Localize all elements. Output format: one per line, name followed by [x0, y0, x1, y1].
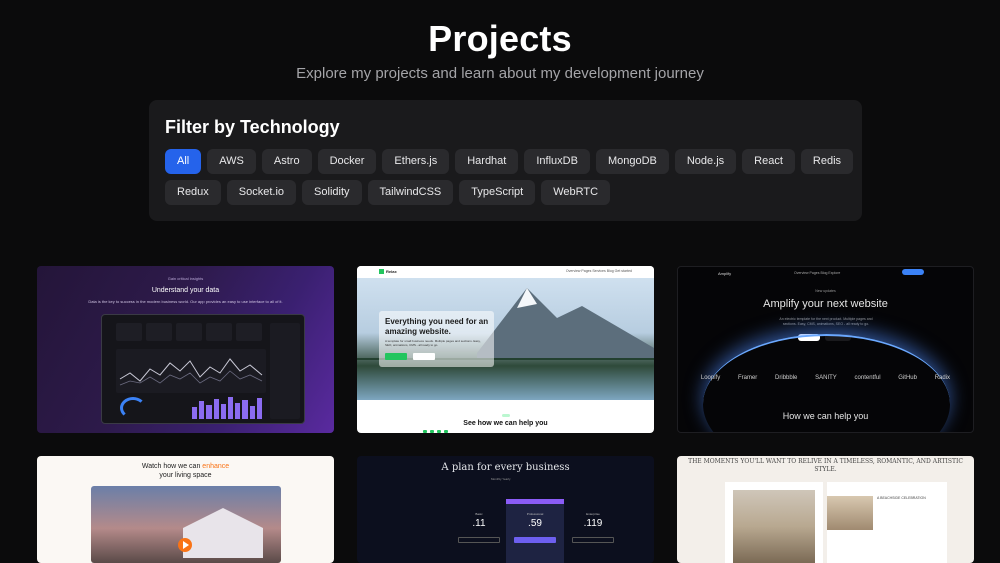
play-icon [178, 538, 192, 552]
bar-chart-preview [192, 397, 263, 419]
filter-chip-solidity[interactable]: Solidity [302, 180, 362, 205]
card-heading: A plan for every business [441, 462, 570, 473]
filter-chip-astro[interactable]: Astro [261, 149, 312, 174]
project-card-pricing[interactable]: A plan for every business Monthly Yearly… [357, 456, 654, 563]
project-card-relax[interactable]: Relax Overview Pages Services Blog Get s… [357, 266, 654, 433]
card-heading: Amplify your next website [763, 298, 888, 310]
filter-chip-socket-io[interactable]: Socket.io [226, 180, 297, 205]
filter-chip-row-2: Redux Socket.io Solidity TailwindCSS TypeScr… [165, 180, 611, 205]
filter-chip-node-js[interactable]: Node.js [674, 149, 737, 174]
dashboard-preview [101, 314, 305, 424]
plan-card: Basic .11 [454, 504, 504, 563]
side-panel: A BEACHSIDE CELEBRATION [827, 482, 947, 563]
technology-filter-panel: Filter by Technology All AWS Astro Docker Et… [149, 100, 862, 221]
carousel-dots [423, 430, 448, 433]
gauge-icon [120, 397, 146, 419]
card-footer-heading: See how we can help you [463, 420, 548, 427]
card-heading: Understand your data [151, 287, 220, 294]
project-card-real-estate[interactable]: Watch how we can enhance your living spac… [37, 456, 334, 563]
card-footer-heading: How we can help you [782, 411, 869, 421]
secondary-button-preview [413, 353, 435, 360]
filter-chip-ethers-js[interactable]: Ethers.js [382, 149, 450, 174]
page-title: Projects [428, 18, 572, 59]
card-heading: Watch how we can enhance your living spac… [141, 463, 230, 479]
kpi-tile [236, 323, 262, 341]
bar [220, 403, 227, 419]
filter-chip-mongodb[interactable]: MongoDB [595, 149, 669, 174]
brand-logo: Relax [379, 269, 397, 275]
filter-chip-docker[interactable]: Docker [317, 149, 377, 174]
brand-logos-row: Loopify Framer Dribbble SANITY contentful Git… [678, 375, 973, 381]
filter-chip-redux[interactable]: Redux [165, 180, 221, 205]
project-card-analytics[interactable]: Gain critical insights Understand your d… [37, 266, 334, 433]
brand-logo-framer: Framer [737, 375, 758, 381]
brand-logo-sanity: SANITY [815, 375, 837, 381]
card-nav-links: Overview Pages Blog Explore [794, 271, 841, 275]
filter-chip-typescript[interactable]: TypeScript [459, 180, 536, 205]
card-tag: Gain critical insights [167, 276, 204, 281]
nav-button-preview [902, 269, 924, 275]
card-caption: A BEACHSIDE CELEBRATION [877, 496, 926, 500]
card-heading: Everything you need for an amazing websi… [385, 317, 489, 336]
filter-chip-tailwindcss[interactable]: TailwindCSS [367, 180, 454, 205]
bar [206, 404, 212, 419]
hero-glass-panel: Everything you need for an amazing websi… [379, 311, 494, 367]
brand-logo-contentful: contentful [854, 375, 881, 381]
brand-logo-github: GitHub [898, 375, 917, 381]
kpi-tile [206, 323, 232, 341]
card-text: A template for small business needs. Mul… [385, 339, 481, 347]
thumbnail-image [827, 496, 873, 530]
bar [228, 397, 234, 419]
filter-chip-aws[interactable]: AWS [207, 149, 256, 174]
brand-logo-loopify: Loopify [700, 375, 721, 381]
page-subtitle: Explore my projects and learn about my d… [296, 65, 704, 82]
couple-photo [725, 482, 823, 563]
bar [256, 398, 263, 419]
kpi-tile [146, 323, 172, 341]
filter-chip-hardhat[interactable]: Hardhat [455, 149, 519, 174]
kpi-tile [116, 323, 142, 341]
line-chart-preview [116, 349, 266, 393]
primary-button-preview [385, 353, 407, 360]
bar [249, 405, 255, 419]
card-tag: New updates [815, 289, 836, 293]
filter-title: Filter by Technology [165, 117, 340, 137]
project-card-amplify[interactable]: Amplify Overview Pages Blog Explore New … [677, 266, 974, 433]
kpi-tile [176, 323, 202, 341]
plan-card-featured: Professional .59 [506, 499, 564, 563]
bar [199, 401, 205, 419]
brand-logo-dribbble: Dribbble [775, 375, 798, 381]
card-nav-links: Overview Pages Services Blog Get started [565, 269, 632, 273]
logo-icon [379, 269, 384, 275]
bar [235, 402, 241, 419]
house-image [91, 486, 281, 563]
brand-logo: Amplify [718, 271, 732, 276]
user-list-preview [270, 323, 300, 419]
bar [192, 406, 198, 419]
section-pill [502, 414, 510, 417]
card-heading: THE MOMENTS YOU'LL WANT TO RELIVE IN A T… [688, 458, 963, 473]
card-navbar: Relax Overview Pages Services Blog Get s… [357, 266, 654, 278]
filter-chip-influxdb[interactable]: InfluxDB [524, 149, 590, 174]
project-card-wedding[interactable]: THE MOMENTS YOU'LL WANT TO RELIVE IN A T… [677, 456, 974, 563]
billing-toggle: Monthly Yearly [491, 477, 511, 481]
filter-chip-redis[interactable]: Redis [800, 149, 854, 174]
filter-chip-react[interactable]: React [742, 149, 795, 174]
filter-chip-webrtc[interactable]: WebRTC [541, 180, 611, 205]
filter-chip-all[interactable]: All [165, 149, 202, 174]
house-icon [183, 508, 263, 558]
filter-chip-row-1: All AWS Astro Docker Ethers.js Hardhat InfluxD… [165, 149, 854, 174]
bar [242, 400, 248, 419]
card-text: Data is the key to success in the modern… [88, 299, 283, 304]
line-chart-icon [119, 358, 263, 386]
brand-logo-radix: Radix [934, 375, 951, 381]
plan-card: Enterprise .119 [568, 504, 618, 563]
bar [213, 399, 219, 419]
card-text: An electric template for the next produc… [779, 317, 873, 326]
